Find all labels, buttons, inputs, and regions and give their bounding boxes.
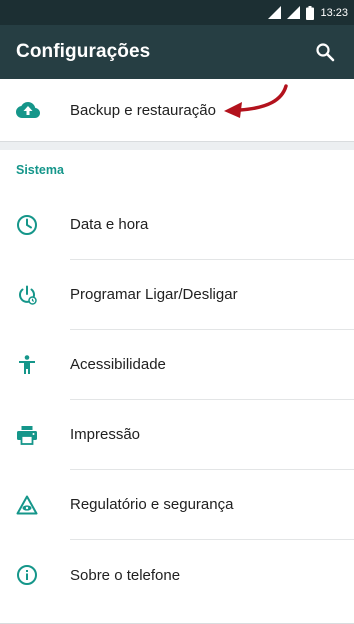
settings-item-label: Sobre o telefone (70, 566, 181, 584)
status-time: 13:23 (320, 6, 348, 19)
settings-item-label: Regulatório e segurança (70, 470, 354, 540)
cloud-upload-icon (0, 79, 70, 141)
search-button[interactable] (308, 35, 342, 69)
search-icon (316, 43, 335, 62)
settings-item-printing[interactable]: Impressão (0, 400, 354, 470)
top-settings-card: Backup e restauração (0, 79, 354, 142)
info-icon (0, 540, 70, 610)
battery-icon (306, 5, 315, 20)
settings-item-about-phone[interactable]: Sobre o telefone (0, 540, 354, 610)
signal-icon (268, 6, 282, 19)
settings-item-label: Programar Ligar/Desligar (70, 260, 354, 330)
section-header-sistema: Sistema (16, 163, 64, 177)
power-schedule-icon (0, 260, 70, 330)
clock-icon (0, 190, 70, 260)
settings-item-label: Acessibilidade (70, 330, 354, 400)
settings-item-label: Data e hora (70, 190, 354, 260)
page-title: Configurações (16, 41, 151, 62)
settings-item-regulatory[interactable]: Regulatório e segurança (0, 470, 354, 540)
regulatory-icon (0, 470, 70, 540)
settings-item-label: Backup e restauração (70, 101, 216, 119)
system-settings-card: Sistema Data e hora Programar Ligar/Desl… (0, 150, 354, 624)
accessibility-icon (0, 330, 70, 400)
signal-icon (287, 6, 301, 19)
settings-item-accessibility[interactable]: Acessibilidade (0, 330, 354, 400)
printer-icon (0, 400, 70, 470)
settings-item-date-time[interactable]: Data e hora (0, 190, 354, 260)
settings-item-backup[interactable]: Backup e restauração (0, 79, 354, 141)
settings-item-power-schedule[interactable]: Programar Ligar/Desligar (0, 260, 354, 330)
settings-item-label: Impressão (70, 400, 354, 470)
app-toolbar: Configurações (0, 25, 354, 79)
status-bar: 13:23 (0, 0, 354, 25)
section-gap (0, 142, 354, 150)
